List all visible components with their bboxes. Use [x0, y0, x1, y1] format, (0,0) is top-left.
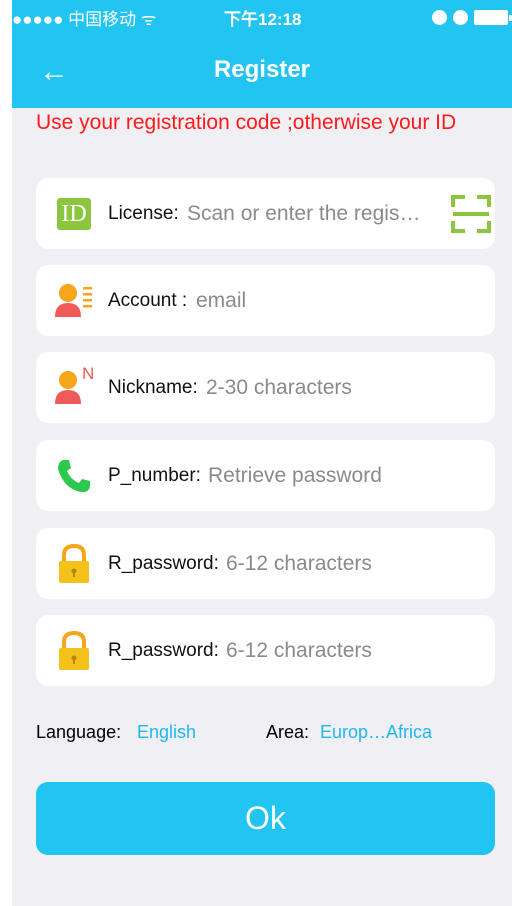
status-icons: [432, 10, 512, 25]
phone-field[interactable]: P_number:: [36, 440, 495, 511]
nickname-icon: N: [52, 364, 96, 410]
alarm-icon: [453, 10, 468, 25]
password-input[interactable]: [226, 548, 476, 580]
license-label: License:: [108, 203, 179, 224]
account-label: Account :: [108, 290, 188, 311]
status-bar: ●●●●● 中国移动 ᯤ 下午12:18: [12, 0, 512, 40]
account-field[interactable]: Account :: [36, 265, 495, 336]
password-confirm-icon: [52, 629, 96, 673]
password-icon: [52, 542, 96, 586]
battery-icon: [474, 10, 508, 25]
account-input[interactable]: [196, 285, 476, 317]
area-label: Area:: [266, 722, 310, 742]
carrier-info: ●●●●● 中国移动 ᯤ: [12, 0, 156, 40]
wifi-icon: ᯤ: [140, 10, 157, 29]
password-confirm-input[interactable]: [226, 635, 476, 667]
phone-input[interactable]: [208, 460, 478, 492]
password-field[interactable]: R_password:: [36, 528, 495, 599]
language-selector[interactable]: English: [137, 722, 196, 743]
user-icon: [55, 284, 92, 317]
register-screen: ●●●●● 中国移动 ᯤ 下午12:18 ← Register Use your…: [0, 0, 512, 906]
language-label: Language:: [36, 722, 122, 742]
nickname-badge: N: [82, 364, 95, 383]
password-confirm-field[interactable]: R_password:: [36, 615, 495, 686]
phone-label: P_number:: [108, 465, 201, 486]
page-title: Register: [213, 56, 311, 83]
top-bar: ●●●●● 中国移动 ᯤ 下午12:18 ← Register: [12, 0, 512, 108]
id-icon-text: ID: [57, 198, 91, 230]
rotation-lock-icon: [432, 10, 447, 25]
phone-icon: [52, 454, 96, 498]
ok-button[interactable]: Ok: [36, 782, 495, 855]
area-selector[interactable]: Europ…Africa: [320, 722, 432, 743]
scan-icon[interactable]: [451, 195, 491, 233]
license-field[interactable]: ID License:: [36, 178, 495, 249]
phone-handset-icon: [58, 460, 90, 493]
license-input[interactable]: [187, 198, 447, 230]
status-time: 下午12:18: [224, 10, 302, 29]
lock-icon: [59, 543, 89, 583]
settings-row: Language: English Area: Europ…Africa: [36, 722, 496, 748]
lock-icon: [59, 630, 89, 670]
nickname-input[interactable]: [206, 372, 476, 404]
carrier-label: ●●●●● 中国移动: [12, 10, 137, 29]
password-label: R_password:: [108, 553, 219, 574]
nickname-label: Nickname:: [108, 377, 198, 398]
registration-notice: Use your registration code ;otherwise yo…: [36, 111, 457, 134]
account-icon: [52, 279, 96, 323]
nickname-field[interactable]: N Nickname:: [36, 352, 495, 423]
id-icon: ID: [52, 192, 96, 236]
password-confirm-label: R_password:: [108, 640, 219, 661]
